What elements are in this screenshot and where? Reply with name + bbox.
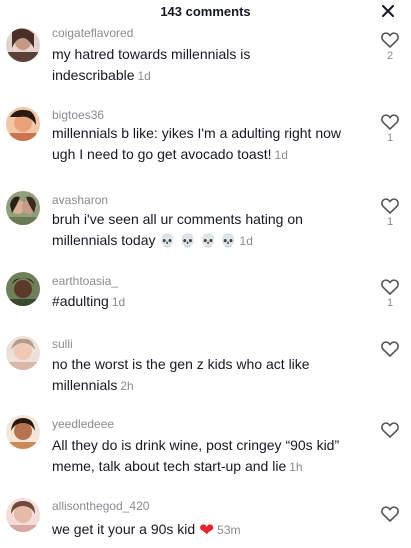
comment-item: yeedledeee All they do is drink wine, po… xyxy=(0,411,411,492)
heart-outline-icon xyxy=(381,279,399,295)
heart-outline-icon xyxy=(381,32,399,48)
avatar[interactable] xyxy=(6,498,40,532)
like-button[interactable]: 1 xyxy=(380,114,400,144)
comment-item: allisonthegod_420 we get it your a 90s k… xyxy=(0,492,411,548)
comment-username[interactable]: avasharon xyxy=(52,193,108,207)
heart-outline-icon xyxy=(381,114,399,130)
comment-username[interactable]: earthtoasia_ xyxy=(52,274,118,288)
comment-username[interactable]: sulli xyxy=(52,337,73,351)
comment-text: millennials b like: yikes I'm a adulting… xyxy=(52,123,352,166)
comment-time: 53m xyxy=(217,523,241,537)
comment-username[interactable]: allisonthegod_420 xyxy=(52,499,149,513)
avatar[interactable] xyxy=(6,191,40,225)
close-button[interactable] xyxy=(377,0,399,22)
comment-username[interactable]: coigateflavored xyxy=(52,26,133,40)
comment-time: 1d xyxy=(274,148,288,162)
like-count: 1 xyxy=(386,216,394,228)
comments-header: 143 comments xyxy=(0,0,411,22)
close-icon xyxy=(382,5,394,17)
comment-time: 1d xyxy=(111,295,126,309)
like-count: 1 xyxy=(386,132,394,144)
comment-time: 1h xyxy=(289,460,303,474)
comment-time: 2h xyxy=(120,379,134,393)
comment-text: my hatred towards millennials is indescr… xyxy=(52,44,352,87)
comment-text: no the worst is the gen z kids who act l… xyxy=(52,354,352,397)
avatar[interactable] xyxy=(6,28,40,62)
comment-text: All they do is drink wine, post cringey … xyxy=(52,435,352,478)
comment-body: millennials b like: yikes I'm a adulting… xyxy=(52,125,342,162)
comment-item: earthtoasia_ #adulting 1d 1 xyxy=(0,262,411,332)
like-button[interactable]: 1 xyxy=(380,279,400,309)
avatar[interactable] xyxy=(6,272,40,306)
heart-outline-icon xyxy=(381,506,399,522)
like-count: 2 xyxy=(386,50,394,62)
comment-username[interactable]: bigtoes36 xyxy=(52,108,104,122)
comment-text: #adulting 1d xyxy=(52,291,352,313)
red-heart-emoji-icon: ❤ xyxy=(199,520,215,541)
heart-outline-icon xyxy=(381,198,399,214)
heart-outline-icon xyxy=(381,422,399,438)
like-button[interactable] xyxy=(380,506,400,524)
avatar[interactable] xyxy=(6,336,40,370)
comment-body: we get it your a 90s kid xyxy=(52,521,196,537)
like-count: 1 xyxy=(386,297,394,309)
comment-username[interactable]: yeedledeee xyxy=(52,417,114,431)
comment-item: avasharon bruh i've seen all ur comments… xyxy=(0,181,411,262)
comment-body: #adulting xyxy=(52,293,109,309)
comment-item: sulli no the worst is the gen z kids who… xyxy=(0,332,411,411)
like-button[interactable]: 2 xyxy=(380,32,400,62)
comment-time: 1d xyxy=(239,234,253,248)
comment-text: we get it your a 90s kid ❤ 53m xyxy=(52,519,352,541)
avatar[interactable] xyxy=(6,107,40,141)
comment-text: bruh i've seen all ur comments hating on… xyxy=(52,209,352,252)
skull-emoji-icons: 💀 💀 💀 💀 xyxy=(159,234,237,249)
comment-body: my hatred towards millennials is indescr… xyxy=(52,46,251,83)
avatar[interactable] xyxy=(6,415,40,449)
comments-count-title: 143 comments xyxy=(160,3,251,19)
heart-outline-icon xyxy=(381,341,399,357)
like-button[interactable] xyxy=(380,341,400,359)
comment-item: bigtoes36 millennials b like: yikes I'm … xyxy=(0,97,411,181)
comment-body: no the worst is the gen z kids who act l… xyxy=(52,356,310,393)
comment-item: coigateflavored my hatred towards millen… xyxy=(0,22,411,97)
like-button[interactable]: 1 xyxy=(380,198,400,228)
like-button[interactable] xyxy=(380,422,400,440)
comment-time: 1d xyxy=(137,69,151,83)
